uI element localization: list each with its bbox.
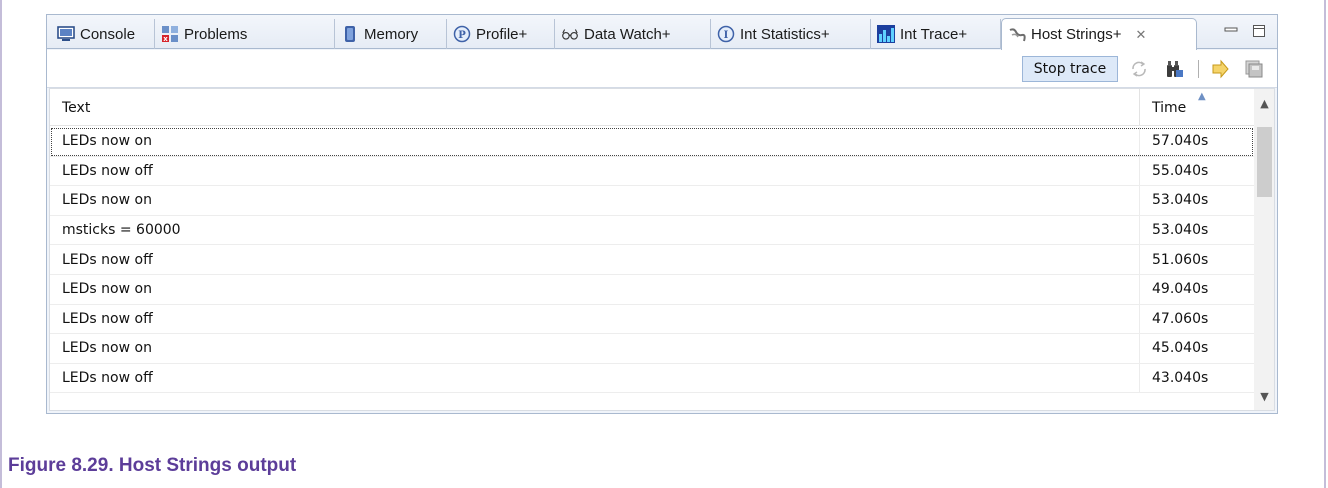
table-row[interactable]: LEDs now on 45.040s [50,334,1254,364]
tab-label: Console [80,25,136,43]
tab-console[interactable]: Console [51,19,155,49]
cell-time: 47.060s [1152,310,1209,327]
memory-icon [341,25,359,43]
table-body: LEDs now on 57.040s LEDs now off 55.040s… [50,127,1254,394]
arrow-icon[interactable] [1209,58,1231,80]
figure-caption: Figure 8.29. Host Strings output [8,455,297,476]
tab-label: Host Strings+ [1031,26,1122,43]
tab-label: Int Trace+ [900,25,968,43]
find-icon[interactable] [1163,58,1185,80]
tab-memory[interactable]: Memory [335,19,447,49]
refresh-icon[interactable] [1128,58,1150,80]
sort-ascending-icon: ▲ [1198,91,1206,102]
svg-text:P: P [458,30,466,41]
tab-label: Data Watch+ [584,25,671,43]
tab-int-trace[interactable]: Int Trace+ [871,19,1001,49]
info-icon: I [717,25,735,43]
cell-text: LEDs now on [50,186,1140,215]
view-toolbar: Stop trace [47,50,1277,88]
svg-text:x: x [163,35,168,43]
host-strings-view: Console x Problems Memory P Profile+ Dat… [46,14,1278,414]
table-row[interactable]: msticks = 60000 53.040s [50,215,1254,246]
cell-time: 49.040s [1152,281,1209,298]
scroll-up-icon[interactable]: ▲ [1254,93,1274,113]
cell-time: 43.040s [1152,370,1209,387]
tab-label: Int Statistics+ [740,25,830,43]
table-row[interactable]: LEDs now off 51.060s [50,245,1254,275]
table-row[interactable]: LEDs now on 57.040s [50,127,1254,157]
stop-trace-button[interactable]: Stop trace [1022,56,1118,82]
cell-text: LEDs now off [50,304,1140,334]
table-row[interactable]: LEDs now on 49.040s [50,274,1254,305]
cell-time: 45.040s [1152,340,1209,357]
minimize-icon[interactable] [1223,23,1239,39]
table-row[interactable]: LEDs now off 43.040s [50,363,1254,394]
bar-chart-icon [877,25,895,43]
tab-problems[interactable]: x Problems [155,19,335,49]
profile-icon: P [453,25,471,43]
table-row[interactable]: LEDs now off 47.060s [50,304,1254,335]
cell-text: LEDs now on [50,274,1140,304]
save-icon[interactable] [1243,58,1265,80]
cell-time: 53.040s [1152,192,1209,209]
table-row[interactable]: LEDs now on 53.040s [50,186,1254,216]
maximize-icon[interactable] [1251,23,1267,39]
cell-text: LEDs now off [50,245,1140,274]
tab-strip: Console x Problems Memory P Profile+ Dat… [47,15,1277,50]
close-icon[interactable]: ✕ [1135,27,1146,43]
scroll-down-icon[interactable]: ▼ [1254,386,1274,406]
tab-label: Problems [184,25,248,43]
column-header-text[interactable]: Text [50,89,1140,126]
host-strings-icon [1008,26,1026,44]
cell-time: 55.040s [1152,162,1209,179]
cell-text: LEDs now off [50,363,1140,393]
cell-time: 53.040s [1152,222,1209,239]
cell-text: LEDs now on [50,334,1140,363]
tab-int-statistics[interactable]: I Int Statistics+ [711,19,871,49]
tab-host-strings[interactable]: Host Strings+ ✕ [1001,18,1197,50]
tab-label: Profile+ [476,25,528,43]
host-strings-table: Text Time ▲ LEDs now on 57.040s LEDs now… [49,88,1275,411]
tab-label: Memory [364,25,419,43]
tab-profile[interactable]: P Profile+ [447,19,555,49]
cell-text: LEDs now off [50,156,1140,186]
cell-time: 51.060s [1152,251,1209,268]
svg-text:I: I [724,30,729,41]
vertical-scrollbar[interactable]: ▲ ▼ [1254,89,1274,410]
scroll-thumb[interactable] [1257,127,1272,197]
table-header: Text Time ▲ [50,89,1254,126]
glasses-icon [561,25,579,43]
cell-text: LEDs now on [50,127,1140,156]
cell-text: msticks = 60000 [50,215,1140,245]
console-icon [57,25,75,43]
tab-data-watch[interactable]: Data Watch+ [555,19,711,49]
cell-time: 57.040s [1152,133,1209,150]
problems-icon: x [161,25,179,43]
toolbar-separator [1198,60,1199,78]
table-row[interactable]: LEDs now off 55.040s [50,156,1254,187]
column-header-time[interactable]: Time [1140,89,1254,126]
